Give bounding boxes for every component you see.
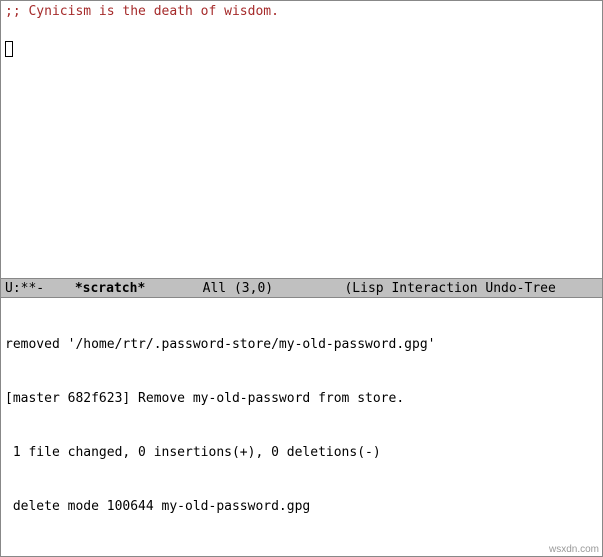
echo-line-1: removed '/home/rtr/.password-store/my-ol…	[5, 336, 598, 354]
modeline-state: U:**-	[5, 279, 67, 298]
buffer-comment-line: ;; Cynicism is the death of wisdom.	[5, 3, 598, 21]
cursor-line	[5, 39, 598, 57]
minibuffer-echo-area[interactable]: removed '/home/rtr/.password-store/my-ol…	[1, 298, 602, 556]
echo-line-4: delete mode 100644 my-old-password.gpg	[5, 498, 598, 516]
watermark-text: wsxdn.com	[549, 544, 599, 555]
modeline-position: All (3,0)	[203, 279, 337, 298]
echo-line-2: [master 682f623] Remove my-old-password …	[5, 390, 598, 408]
text-cursor	[5, 41, 13, 57]
buffer-empty-line	[5, 21, 598, 39]
echo-line-3: 1 file changed, 0 insertions(+), 0 delet…	[5, 444, 598, 462]
modeline-modes: (Lisp Interaction Undo-Tree	[344, 279, 555, 298]
mode-line[interactable]: U:**- *scratch* All (3,0) (Lisp Interact…	[1, 278, 602, 298]
emacs-frame: ;; Cynicism is the death of wisdom. U:**…	[0, 0, 603, 557]
modeline-buffer-name: *scratch*	[75, 281, 145, 296]
scratch-buffer[interactable]: ;; Cynicism is the death of wisdom.	[1, 1, 602, 278]
